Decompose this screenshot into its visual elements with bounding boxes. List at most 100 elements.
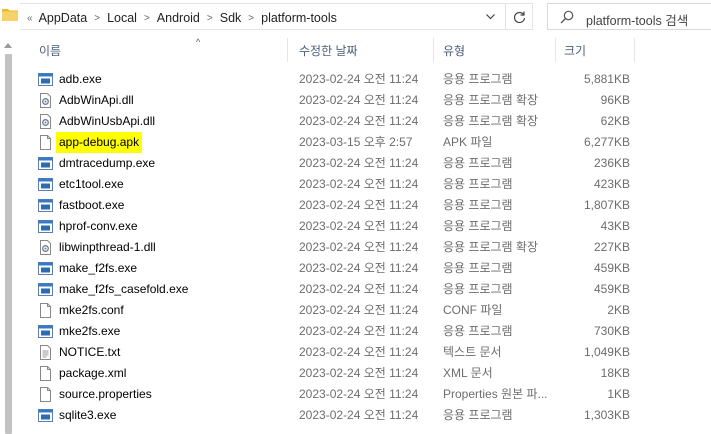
file-size: 1,303KB — [583, 408, 630, 422]
file-icon — [40, 387, 51, 402]
file-date: 2023-02-24 오전 11:24 — [299, 282, 419, 296]
file-type: 텍스트 문서 — [443, 345, 502, 359]
file-type: APK 파일 — [443, 135, 493, 149]
breadcrumb-item[interactable]: Android — [157, 11, 200, 25]
file-row[interactable]: sqlite3.exe 2023-02-24 오전 11:24 응용 프로그램 … — [20, 405, 711, 426]
file-name: app-debug.apk — [56, 132, 143, 153]
refresh-icon — [513, 11, 526, 23]
file-row[interactable]: AdbWinUsbApi.dll 2023-02-24 오전 11:24 응용 … — [20, 111, 711, 132]
column-header-type[interactable]: 유형 — [443, 38, 553, 62]
file-row[interactable]: package.xml 2023-02-24 오전 11:24 XML 문서 1… — [20, 363, 711, 384]
exe-icon — [38, 262, 53, 275]
overflow-chevron-icon[interactable]: « — [27, 13, 33, 24]
file-row[interactable]: libwinpthread-1.dll 2023-02-24 오전 11:24 … — [20, 237, 711, 258]
file-name: source.properties — [59, 387, 152, 401]
file-date: 2023-02-24 오전 11:24 — [299, 156, 419, 170]
scroll-up-arrow-icon[interactable] — [4, 43, 12, 48]
file-name: libwinpthread-1.dll — [59, 240, 156, 254]
file-row[interactable]: dmtracedump.exe 2023-02-24 오전 11:24 응용 프… — [20, 153, 711, 174]
file-size: 1,807KB — [583, 198, 630, 212]
address-bar-area: « AppData > Local > Android > Sdk > plat… — [0, 0, 711, 36]
file-icon — [40, 366, 51, 381]
column-divider[interactable] — [555, 38, 556, 62]
column-header-label: 유형 — [443, 43, 466, 58]
file-type: 응용 프로그램 확장 — [443, 114, 538, 128]
file-name: mke2fs.conf — [59, 303, 124, 317]
dll-icon — [40, 114, 51, 129]
file-row[interactable]: fastboot.exe 2023-02-24 오전 11:24 응용 프로그램… — [20, 195, 711, 216]
file-row[interactable]: hprof-conv.exe 2023-02-24 오전 11:24 응용 프로… — [20, 216, 711, 237]
breadcrumb-item[interactable]: AppData — [39, 11, 88, 25]
file-type: 응용 프로그램 — [443, 156, 513, 170]
file-name: fastboot.exe — [59, 198, 125, 212]
file-row[interactable]: mke2fs.exe 2023-02-24 오전 11:24 응용 프로그램 7… — [20, 321, 711, 342]
file-name: AdbWinApi.dll — [59, 93, 134, 107]
file-date: 2023-02-24 오전 11:24 — [299, 387, 419, 401]
vertical-scrollbar[interactable] — [0, 40, 17, 434]
file-type: 응용 프로그램 — [443, 198, 513, 212]
file-type: 응용 프로그램 — [443, 261, 513, 275]
exe-icon — [38, 199, 53, 212]
refresh-button[interactable] — [505, 4, 533, 30]
address-dropdown-button[interactable] — [479, 4, 501, 30]
column-divider[interactable] — [287, 38, 288, 62]
file-type: Properties 원본 파... — [443, 387, 548, 401]
file-row[interactable]: make_f2fs.exe 2023-02-24 오전 11:24 응용 프로그… — [20, 258, 711, 279]
file-row[interactable]: etc1tool.exe 2023-02-24 오전 11:24 응용 프로그램… — [20, 174, 711, 195]
column-divider[interactable] — [634, 38, 635, 62]
scrollbar-thumb[interactable] — [5, 54, 12, 434]
file-type: 응용 프로그램 — [443, 282, 513, 296]
file-row[interactable]: source.properties 2023-02-24 오전 11:24 Pr… — [20, 384, 711, 405]
chevron-right-icon[interactable]: > — [94, 13, 100, 24]
file-name: sqlite3.exe — [59, 408, 117, 422]
file-date: 2023-02-24 오전 11:24 — [299, 198, 419, 212]
file-type: 응용 프로그램 — [443, 324, 513, 338]
file-name: make_f2fs.exe — [59, 261, 138, 275]
exe-icon — [38, 73, 53, 86]
file-row[interactable]: app-debug.apk 2023-03-15 오후 2:57 APK 파일 … — [20, 132, 711, 153]
breadcrumb-item[interactable]: Sdk — [220, 11, 242, 25]
file-row[interactable]: adb.exe 2023-02-24 오전 11:24 응용 프로그램 5,88… — [20, 69, 711, 90]
file-date: 2023-02-24 오전 11:24 — [299, 303, 419, 317]
file-size: 423KB — [593, 177, 630, 191]
file-row[interactable]: mke2fs.conf 2023-02-24 오전 11:24 CONF 파일 … — [20, 300, 711, 321]
file-date: 2023-03-15 오후 2:57 — [299, 135, 413, 149]
file-size: 18KB — [600, 366, 630, 380]
file-size: 459KB — [593, 282, 630, 296]
breadcrumb-item[interactable]: Local — [107, 11, 137, 25]
file-type: XML 문서 — [443, 366, 493, 380]
file-size: 6,277KB — [583, 135, 630, 149]
file-date: 2023-02-24 오전 11:24 — [299, 114, 419, 128]
chevron-right-icon[interactable]: > — [207, 13, 213, 24]
file-size: 236KB — [593, 156, 630, 170]
file-row[interactable]: make_f2fs_casefold.exe 2023-02-24 오전 11:… — [20, 279, 711, 300]
folder-icon — [2, 9, 18, 21]
file-date: 2023-02-24 오전 11:24 — [299, 324, 419, 338]
file-type: 응용 프로그램 — [443, 219, 513, 233]
exe-icon — [38, 325, 53, 338]
file-date: 2023-02-24 오전 11:24 — [299, 240, 419, 254]
column-divider[interactable] — [433, 38, 434, 62]
column-header-name[interactable]: 이름 ^ — [39, 37, 289, 62]
file-date: 2023-02-24 오전 11:24 — [299, 93, 419, 107]
column-header-date[interactable]: 수정한 날짜 — [299, 38, 429, 62]
file-date: 2023-02-24 오전 11:24 — [299, 72, 419, 86]
breadcrumb-item[interactable]: platform-tools — [261, 11, 337, 25]
file-type: 응용 프로그램 확장 — [443, 93, 538, 107]
column-header-label: 이름 — [39, 43, 62, 58]
file-row[interactable]: AdbWinApi.dll 2023-02-24 오전 11:24 응용 프로그… — [20, 90, 711, 111]
column-header-size[interactable]: 크기 — [564, 38, 634, 62]
search-box[interactable]: platform-tools 검색 — [547, 3, 711, 30]
file-date: 2023-02-24 오전 11:24 — [299, 345, 419, 359]
chevron-right-icon[interactable]: > — [144, 13, 150, 24]
dll-icon — [40, 240, 51, 255]
file-list: adb.exe 2023-02-24 오전 11:24 응용 프로그램 5,88… — [20, 69, 711, 426]
chevron-right-icon[interactable]: > — [248, 13, 254, 24]
file-name: AdbWinUsbApi.dll — [59, 114, 156, 128]
file-date: 2023-02-24 오전 11:24 — [299, 219, 419, 233]
file-date: 2023-02-24 오전 11:24 — [299, 366, 419, 380]
file-size: 1KB — [607, 387, 630, 401]
file-icon — [40, 303, 51, 318]
file-row[interactable]: NOTICE.txt 2023-02-24 오전 11:24 텍스트 문서 1,… — [20, 342, 711, 363]
text-icon — [40, 345, 51, 360]
